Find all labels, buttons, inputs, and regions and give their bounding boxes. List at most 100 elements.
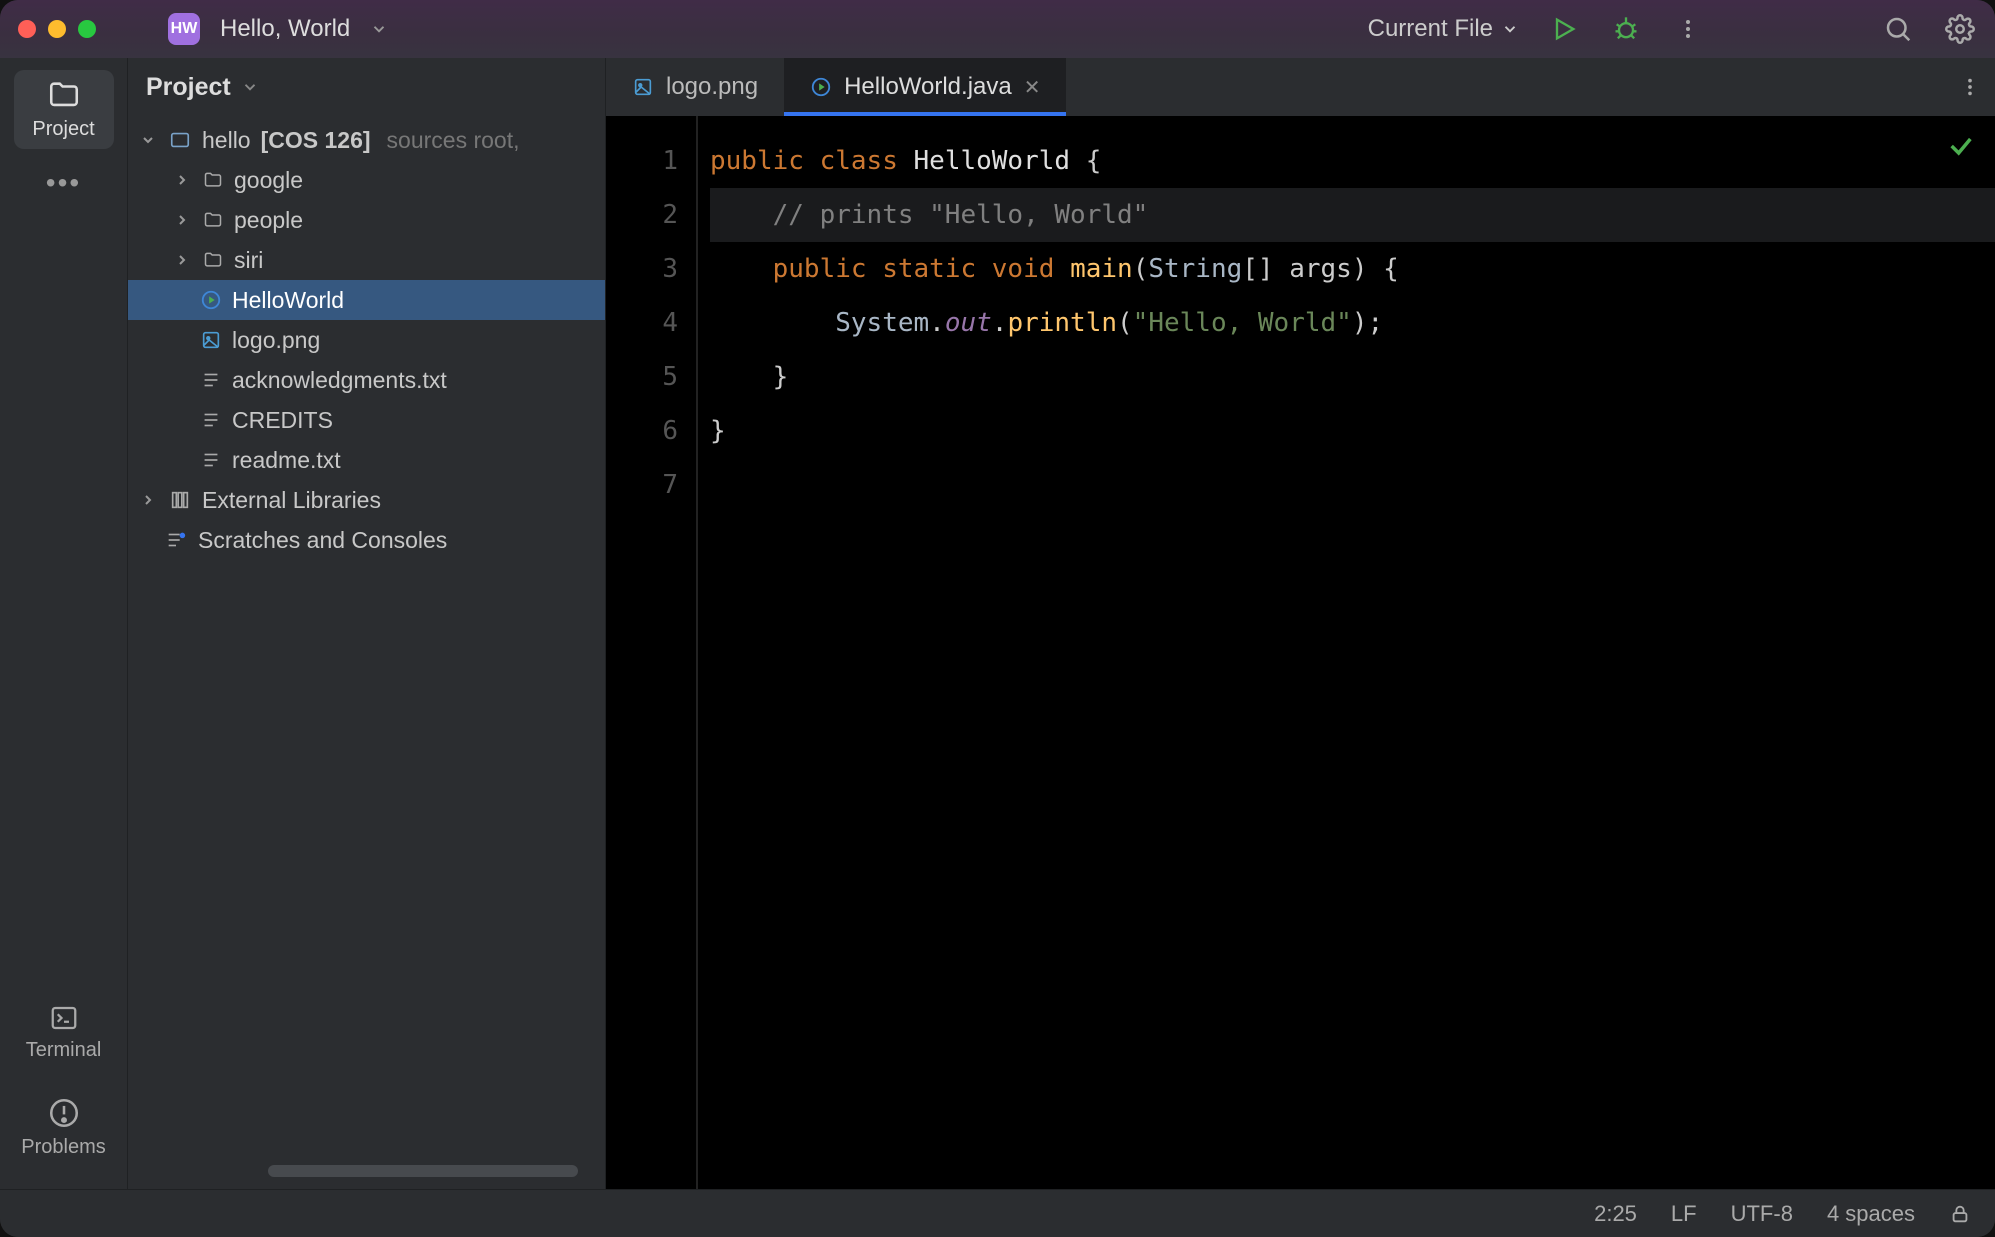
line-number: 3 [606,242,678,296]
project-tree-header[interactable]: Project [128,58,605,116]
tree-label: CREDITS [232,407,333,434]
tree-root-name: hello [202,127,251,154]
tree-label: Scratches and Consoles [198,527,447,554]
code-token: System [835,308,929,338]
chevron-right-icon[interactable] [174,252,192,268]
code-token: class [820,146,898,176]
code-token: main [1070,254,1133,284]
tabs-more-icon[interactable] [1945,58,1995,116]
tree-file-readme[interactable]: readme.txt [128,440,605,480]
code-token: String [1148,254,1242,284]
project-badge: HW [168,13,200,45]
tree-file-ack[interactable]: acknowledgments.txt [128,360,605,400]
java-class-icon [810,76,832,98]
tree-label: people [234,207,303,234]
image-file-icon [200,329,222,351]
line-number: 7 [606,458,678,512]
rail-problems-button[interactable]: Problems [14,1088,114,1167]
run-config-selector[interactable]: Current File [1368,15,1519,43]
tree-file-helloworld[interactable]: HelloWorld [128,280,605,320]
folder-icon [202,170,224,190]
code-token: "Hello, World" [1133,308,1352,338]
tree-root[interactable]: hello [COS 126] sources root, [128,120,605,160]
window-controls [18,20,96,38]
java-class-icon [200,289,222,311]
editor-tabs: logo.png HelloWorld.java ✕ [606,58,1995,116]
tab-logo[interactable]: logo.png [606,58,784,116]
module-icon [168,129,192,151]
maximize-window-button[interactable] [78,20,96,38]
line-number: 4 [606,296,678,350]
tool-rail: Project ••• Terminal Problems [0,58,128,1189]
project-title[interactable]: Hello, World [220,15,350,43]
chevron-down-icon[interactable] [370,20,388,38]
tree-file-credits[interactable]: CREDITS [128,400,605,440]
tree-label: HelloWorld [232,287,344,314]
tree-label: acknowledgments.txt [232,367,447,394]
tab-helloworld[interactable]: HelloWorld.java ✕ [784,58,1066,116]
project-tree-title: Project [146,73,231,102]
text-file-icon [200,369,222,391]
line-number: 6 [606,404,678,458]
chevron-right-icon[interactable] [140,492,158,508]
code-token: // prints "Hello, World" [773,200,1149,230]
folder-icon [202,210,224,230]
status-bar: 2:25 LF UTF-8 4 spaces [0,1189,1995,1237]
status-cursor-pos[interactable]: 2:25 [1594,1201,1637,1227]
code-token: println [1007,308,1117,338]
code-editor[interactable]: 1 2 3 4 5 6 7 public class HelloWorld { … [606,116,1995,1189]
tree-file-logo[interactable]: logo.png [128,320,605,360]
tab-label: logo.png [666,73,758,101]
more-vertical-icon[interactable] [1671,12,1705,46]
rail-more-icon[interactable]: ••• [46,167,81,199]
close-tab-icon[interactable]: ✕ [1024,75,1041,100]
library-icon [168,489,192,511]
readonly-lock-icon[interactable] [1949,1203,1971,1225]
code-token: public [710,146,804,176]
analysis-ok-icon[interactable] [1947,132,1975,160]
line-number: 5 [606,350,678,404]
line-number: 1 [606,134,678,188]
image-file-icon [632,76,654,98]
project-tree-panel: Project hello [COS 126] sources root, go [128,58,606,1189]
tree-root-qualifier: [COS 126] [261,127,371,154]
code-token: void [992,254,1055,284]
rail-problems-label: Problems [21,1136,105,1159]
status-indent[interactable]: 4 spaces [1827,1201,1915,1227]
tree-label: logo.png [232,327,320,354]
run-icon[interactable] [1547,12,1581,46]
rail-project-label: Project [32,118,94,141]
folder-icon [202,250,224,270]
tree-folder-people[interactable]: people [128,200,605,240]
code-token: public [773,254,867,284]
code-token: static [882,254,976,284]
titlebar-right: Current File [1368,12,1977,46]
status-line-sep[interactable]: LF [1671,1201,1697,1227]
project-tree[interactable]: hello [COS 126] sources root, google peo… [128,116,605,1189]
chevron-right-icon[interactable] [174,172,192,188]
tree-scratches[interactable]: Scratches and Consoles [128,520,605,560]
rail-project-button[interactable]: Project [14,70,114,149]
rail-terminal-button[interactable]: Terminal [14,995,114,1070]
status-encoding[interactable]: UTF-8 [1731,1201,1793,1227]
ide-window: HW Hello, World Current File [0,0,1995,1237]
tree-external-libs[interactable]: External Libraries [128,480,605,520]
text-file-icon [200,409,222,431]
chevron-down-icon[interactable] [140,132,158,148]
debug-icon[interactable] [1609,12,1643,46]
gear-icon[interactable] [1943,12,1977,46]
tree-label: External Libraries [202,487,381,514]
tree-folder-siri[interactable]: siri [128,240,605,280]
close-window-button[interactable] [18,20,36,38]
tree-root-note: sources root, [387,127,520,154]
search-icon[interactable] [1881,12,1915,46]
run-config-label: Current File [1368,15,1493,43]
chevron-right-icon[interactable] [174,212,192,228]
tree-label: google [234,167,303,194]
line-number: 2 [606,188,678,242]
code-content[interactable]: public class HelloWorld { // prints "Hel… [696,116,1995,1189]
main-area: Project ••• Terminal Problems Project [0,58,1995,1189]
minimize-window-button[interactable] [48,20,66,38]
tree-folder-google[interactable]: google [128,160,605,200]
horizontal-scrollbar[interactable] [268,1165,578,1177]
